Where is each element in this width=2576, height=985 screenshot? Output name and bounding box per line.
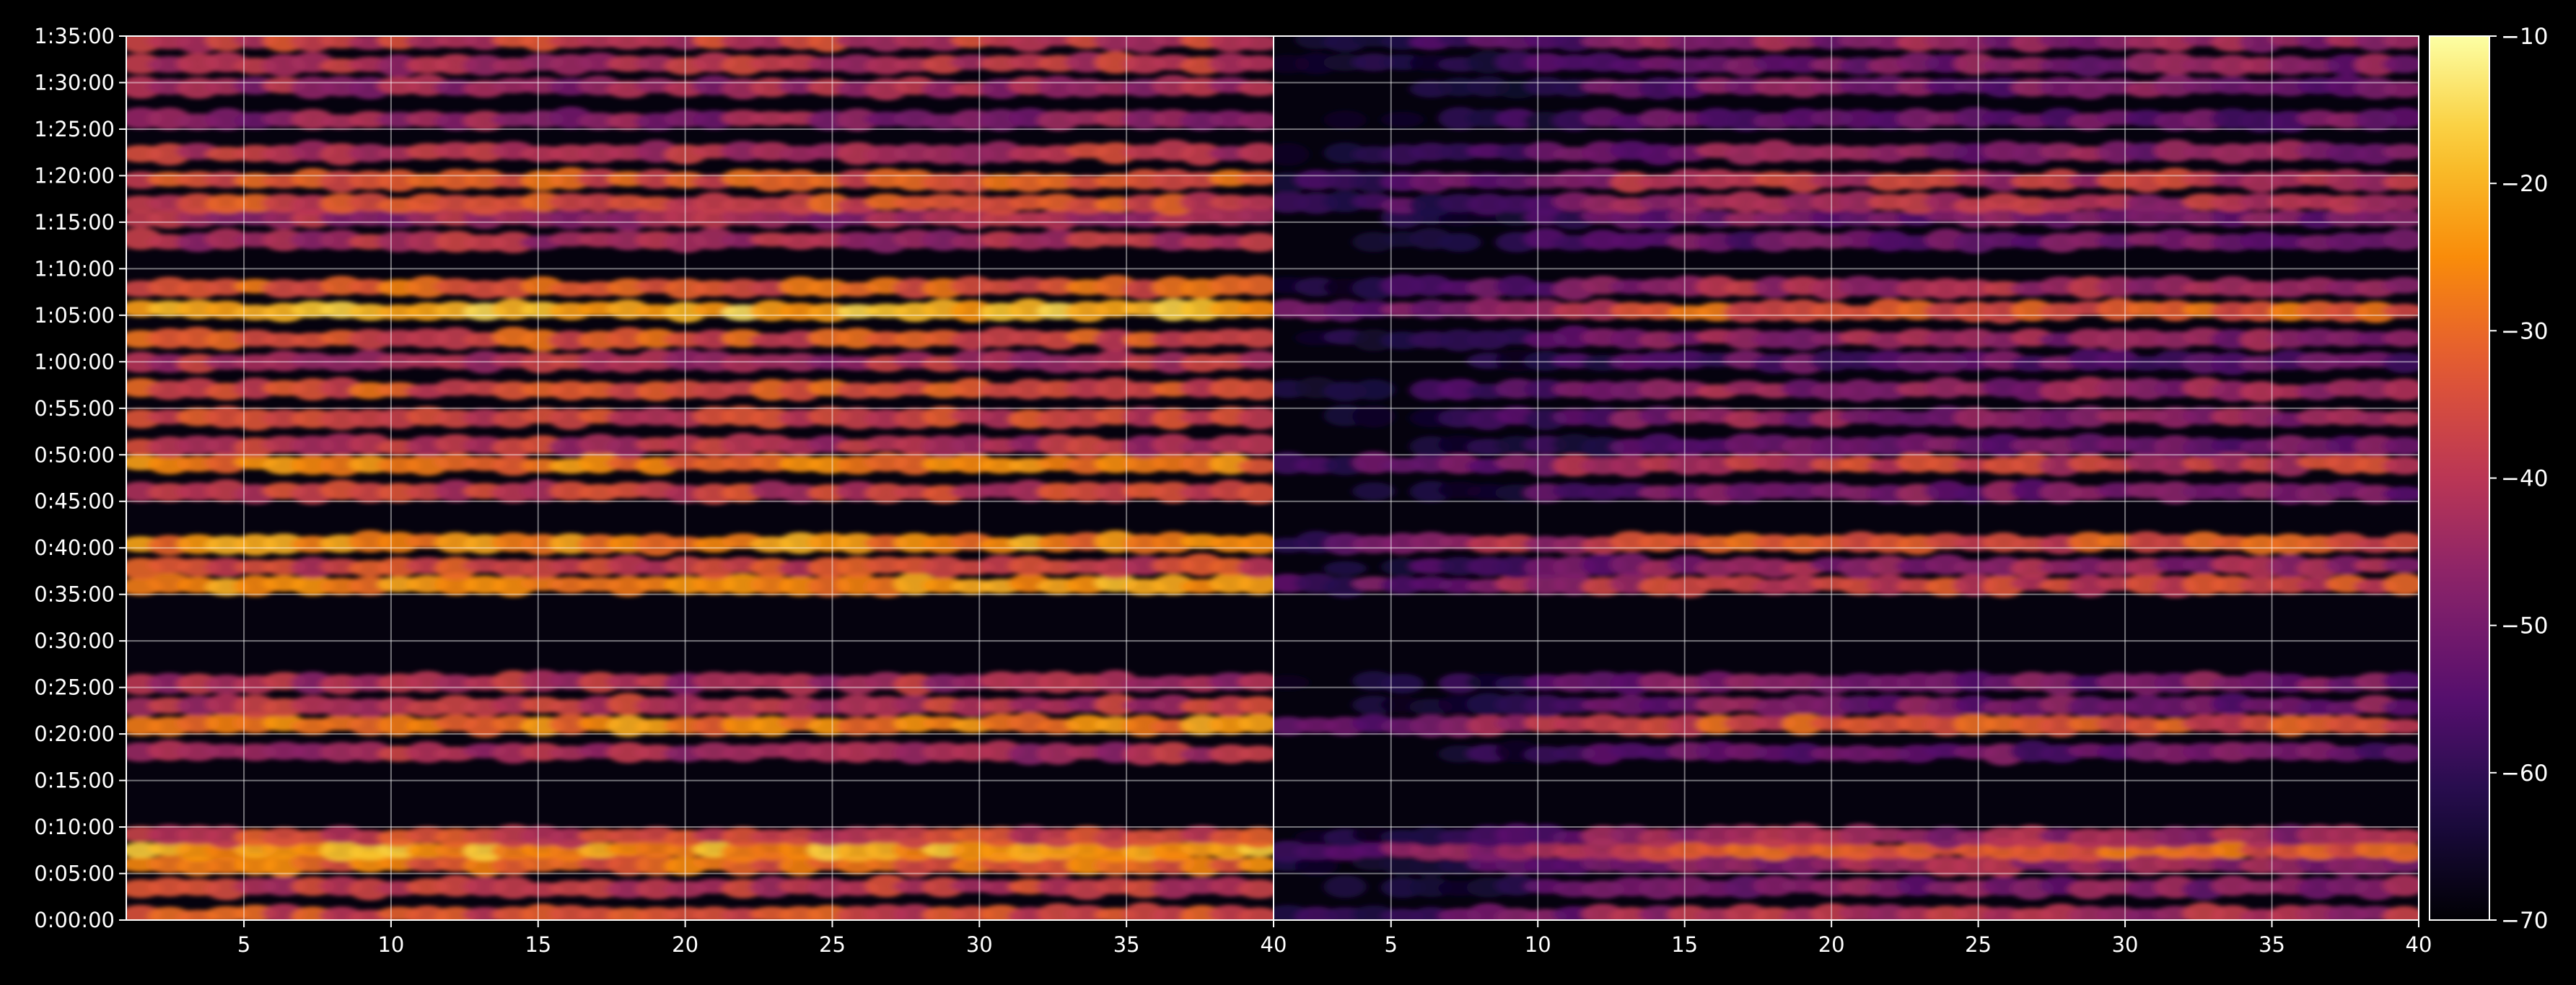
y-tick-label: 1:20:00	[34, 163, 115, 188]
x-tick-label: 40	[2406, 932, 2432, 957]
colorbar-tick-label: −60	[2501, 761, 2548, 787]
x-tick-label: 5	[237, 932, 250, 957]
heatmap-panels	[126, 36, 2419, 920]
heatmap-cell	[1380, 111, 1424, 128]
x-tick-label: 15	[1671, 932, 1698, 957]
y-tick-label: 0:40:00	[34, 535, 115, 560]
colorbar-tick-label: −40	[2501, 466, 2548, 492]
y-tick-label: 1:15:00	[34, 210, 115, 235]
y-tick-label: 0:20:00	[34, 722, 115, 746]
x-tick-label: 25	[1965, 932, 1992, 957]
heatmap-cell	[1352, 379, 1396, 400]
colorbar-gradient	[2430, 36, 2489, 920]
y-tick-label: 1:10:00	[34, 256, 115, 281]
y-tick-label: 0:05:00	[34, 862, 115, 886]
y-tick-label: 0:15:00	[34, 769, 115, 793]
panel-background	[1274, 36, 2419, 920]
heatmap-panel-right	[1274, 36, 2419, 920]
y-tick-label: 0:45:00	[34, 489, 115, 514]
y-tick-label: 0:25:00	[34, 675, 115, 700]
y-tick-label: 1:25:00	[34, 117, 115, 141]
heatmap-cell	[1380, 673, 1424, 694]
heatmap-cell	[1352, 482, 1396, 501]
y-tick-label: 0:35:00	[34, 582, 115, 607]
heatmap-cell	[1323, 875, 1367, 898]
x-tick-label: 40	[1261, 932, 1287, 957]
heatmap-panel-left	[126, 36, 1274, 920]
x-tick-label: 25	[819, 932, 846, 957]
heatmap-chart: 5 10 15 20 25 30 35 40 5 10 15 20 25 30 35 40 0:00:00 0:0…	[0, 0, 2576, 985]
heatmap-cell	[1438, 232, 1481, 253]
x-tick-label: 35	[2259, 932, 2285, 957]
x-tick-label: 20	[1818, 932, 1845, 957]
colorbar-tick-label: −10	[2501, 24, 2548, 50]
y-tick-label: 1:00:00	[34, 349, 115, 374]
heatmap-cell	[1323, 110, 1367, 130]
y-tick-label: 0:50:00	[34, 442, 115, 467]
heatmap-cell	[1323, 561, 1367, 576]
colorbar-tick-label: −50	[2501, 613, 2548, 639]
x-tick-label: 35	[1113, 932, 1140, 957]
x-tick-label: 20	[672, 932, 698, 957]
y-tick-label: 0:55:00	[34, 396, 115, 421]
colorbar-tick-label: −70	[2501, 908, 2548, 934]
x-tick-label: 5	[1385, 932, 1398, 957]
y-tick-label: 1:35:00	[34, 24, 115, 48]
x-tick-label: 30	[966, 932, 993, 957]
x-tick-label: 30	[2112, 932, 2139, 957]
spectrogram-figure: 5 10 15 20 25 30 35 40 5 10 15 20 25 30 35 40 0:00:00 0:0…	[0, 0, 2576, 985]
x-tick-label: 15	[525, 932, 551, 957]
y-tick-label: 0:10:00	[34, 815, 115, 839]
y-tick-label: 0:30:00	[34, 629, 115, 653]
y-tick-label: 1:30:00	[34, 70, 115, 95]
x-tick-label: 10	[1525, 932, 1551, 957]
y-tick-label: 1:05:00	[34, 303, 115, 328]
panel-background	[126, 36, 1274, 920]
x-tick-label: 10	[377, 932, 404, 957]
y-tick-label: 0:00:00	[34, 908, 115, 932]
colorbar-tick-label: −30	[2501, 318, 2548, 344]
colorbar-tick-label: −20	[2501, 171, 2548, 197]
